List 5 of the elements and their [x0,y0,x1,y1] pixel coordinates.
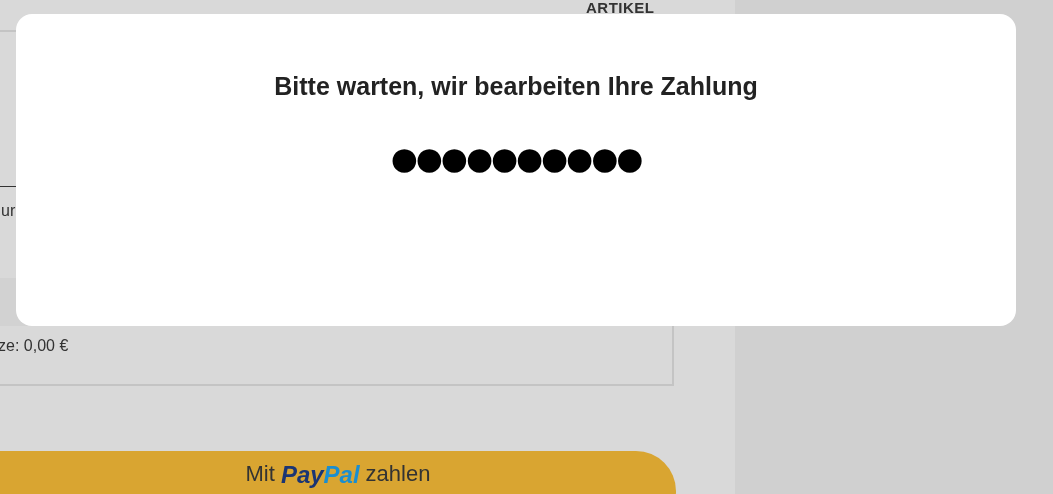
paypal-button[interactable]: Mit PayPal zahlen [0,451,676,494]
dialog-title: Bitte warten, wir bearbeiten Ihre Zahlung [274,72,758,101]
column-header: ARTIKEL [586,0,655,15]
row-text: ur [1,202,16,220]
loading-dots: ●●●●●●●●●● [390,143,642,174]
